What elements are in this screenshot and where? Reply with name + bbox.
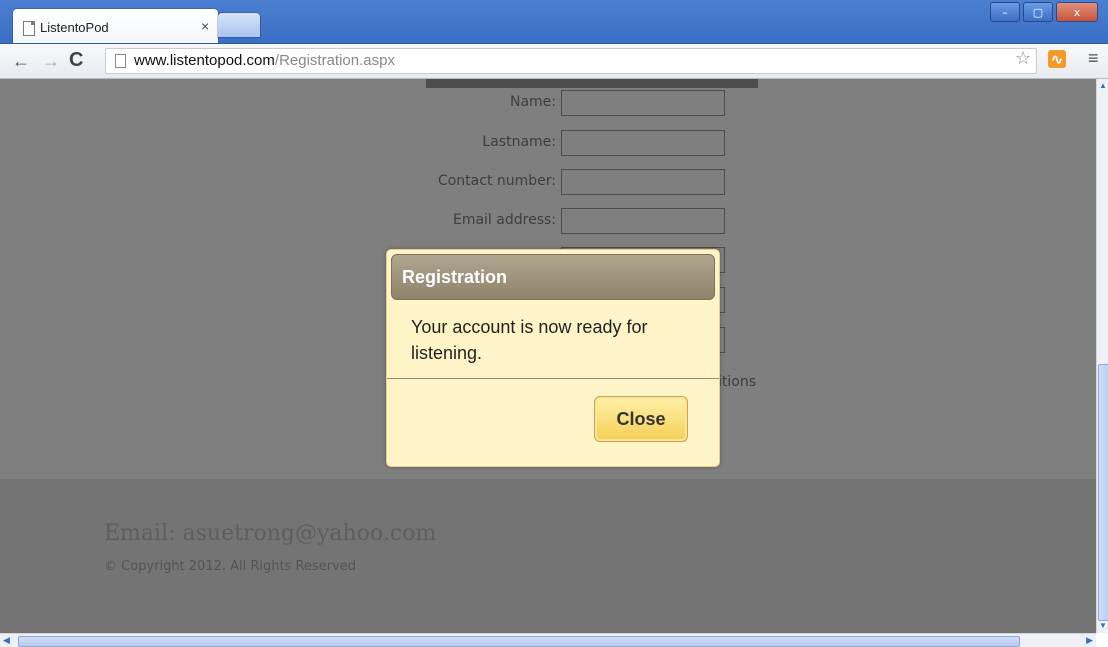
browser-toolbar: ← → C www.listentopod.com/Registration.a… [0,44,1108,79]
back-arrow-icon[interactable]: ← [12,51,30,72]
page-icon [23,21,35,36]
vertical-scroll-thumb[interactable] [1098,364,1108,621]
address-bar[interactable]: www.listentopod.com/Registration.aspx [105,48,1037,74]
window-controls: – ▢ x [987,2,1098,22]
restore-button[interactable]: ▢ [1023,2,1053,22]
url-text[interactable]: www.listentopod.com/Registration.aspx [134,52,395,69]
dialog-message: Your account is now ready for listening. [411,317,648,363]
close-button[interactable]: Close [594,396,688,442]
horizontal-scroll-thumb[interactable] [18,636,1020,647]
tab-title: ListentoPod [40,20,109,35]
rss-icon[interactable]: ∿ [1048,50,1066,68]
dialog-titlebar: Registration [391,254,715,300]
forward-arrow-icon[interactable]: → [42,51,60,72]
scroll-down-icon[interactable]: ▼ [1098,621,1108,631]
menu-icon[interactable]: ≡ [1088,48,1099,69]
star-icon[interactable]: ☆ [1015,48,1031,69]
vertical-scrollbar[interactable]: ▲ ▼ [1096,79,1108,633]
url-host: www.listentopod.com [134,52,275,69]
new-tab-button[interactable] [218,13,260,37]
scroll-right-icon[interactable]: ▶ [1086,635,1093,646]
browser-tab[interactable]: ListentoPod × [13,9,218,44]
dialog-divider [387,378,719,379]
page-viewport: Name: Lastname: Contact number: Email ad… [0,79,1096,633]
page-icon [115,54,126,68]
dialog-title: Registration [402,267,508,287]
minimize-button[interactable]: – [990,2,1020,22]
scroll-left-icon[interactable]: ◀ [3,635,10,646]
reload-icon[interactable]: C [69,49,83,72]
browser-titlebar: ListentoPod × – ▢ x [0,0,1108,44]
registration-dialog: Registration Your account is now ready f… [386,249,720,467]
url-path: /Registration.aspx [274,52,395,69]
window-close-button[interactable]: x [1056,2,1098,22]
scroll-up-icon[interactable]: ▲ [1098,81,1108,91]
horizontal-scrollbar[interactable]: ◀ ▶ [0,633,1096,647]
tab-close-icon[interactable]: × [201,18,209,34]
